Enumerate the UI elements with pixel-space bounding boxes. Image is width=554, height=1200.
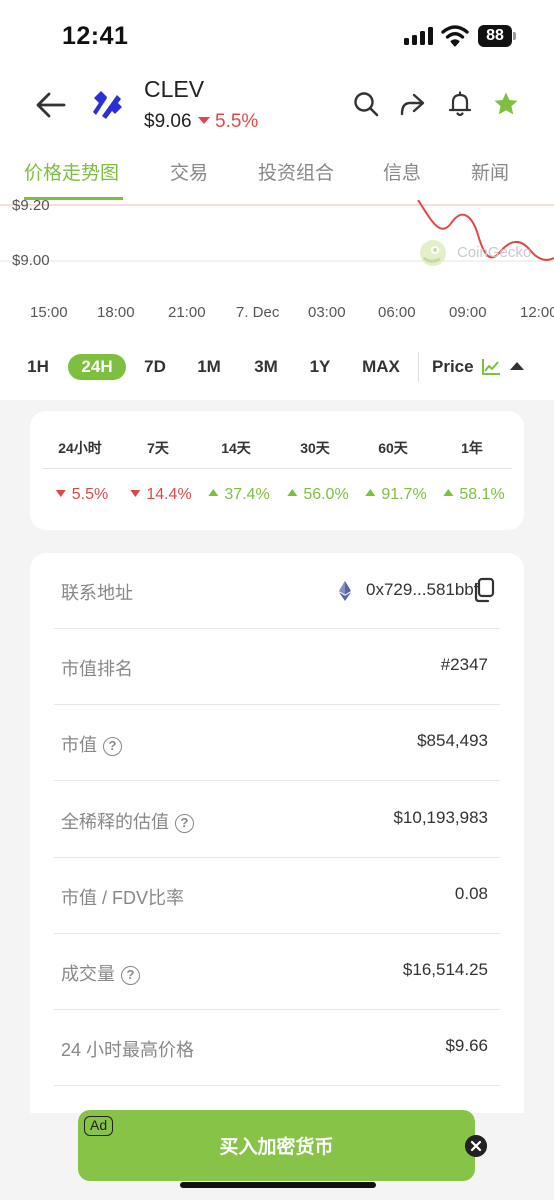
ad-text: 买入加密货币 (219, 1137, 334, 1158)
battery-icon: 88 (478, 25, 512, 47)
close-icon[interactable] (465, 1135, 487, 1157)
perf-value: 37.4% (208, 486, 270, 504)
range-7d-button[interactable]: 7D (140, 354, 170, 380)
stat-row: 市值? $854,493 (54, 705, 500, 781)
stat-label: 市值排名 (61, 659, 133, 679)
back-arrow-icon[interactable] (34, 88, 68, 122)
perf-value: 58.1% (443, 486, 505, 504)
perf-value: 14.4% (130, 486, 192, 504)
share-icon[interactable] (398, 90, 426, 118)
down-arrow-icon (130, 490, 141, 497)
contract-address[interactable]: 0x729...581bbf (366, 580, 478, 600)
status-bar: 12:41 88 (0, 0, 554, 72)
stat-row: 市值排名 #2347 (54, 629, 500, 705)
x-axis-label: 18:00 (97, 304, 135, 321)
range-24h-button[interactable]: 24H (68, 354, 126, 380)
x-axis-label: 03:00 (308, 304, 346, 321)
coin-price: $9.06 (144, 111, 192, 132)
home-indicator (180, 1182, 376, 1188)
tab-price-chart[interactable]: 价格走势图 (24, 158, 119, 185)
bell-icon[interactable] (446, 90, 474, 118)
x-axis-label: 21:00 (168, 304, 206, 321)
stat-value: $9.66 (445, 1036, 488, 1055)
x-axis-label: 15:00 (30, 304, 68, 321)
perf-header: 14天 (221, 440, 251, 456)
stat-row: 市值 / FDV比率 0.08 (54, 858, 500, 934)
stats-card: 联系地址 0x729...581bbf 市值排名 #2347 市值? $854,… (30, 553, 524, 1113)
coin-symbol: CLEV (144, 76, 205, 102)
up-arrow-icon (443, 489, 454, 496)
stat-value: $16,514.25 (402, 960, 488, 979)
price-change-value: 5.5% (215, 111, 259, 132)
tab-trade[interactable]: 交易 (170, 158, 208, 185)
down-triangle-icon (198, 117, 210, 124)
battery-tip (513, 32, 516, 40)
stat-label: 市值 / FDV比率 (61, 888, 185, 908)
stat-value: 0.08 (454, 884, 488, 903)
tab-news[interactable]: 新闻 (471, 158, 509, 185)
tab-portfolio[interactable]: 投资组合 (258, 158, 334, 185)
tab-info[interactable]: 信息 (383, 158, 421, 185)
help-icon[interactable]: ? (103, 737, 122, 756)
perf-value: 91.7% (365, 486, 427, 504)
perf-value: 56.0% (287, 486, 349, 504)
range-max-button[interactable]: MAX (358, 354, 404, 380)
stat-value: $854,493 (417, 731, 488, 750)
coin-logo (93, 91, 122, 119)
perf-header: 30天 (300, 440, 330, 456)
perf-header: 24小时 (58, 440, 102, 456)
help-icon[interactable]: ? (121, 966, 140, 985)
copy-icon[interactable] (471, 577, 495, 603)
wifi-icon (441, 25, 469, 47)
stat-value: $10,193,983 (393, 808, 488, 827)
star-icon[interactable] (492, 90, 520, 118)
line-chart-icon[interactable] (481, 358, 501, 376)
down-arrow-icon (55, 490, 66, 497)
search-icon[interactable] (352, 90, 380, 118)
buy-crypto-ad-button[interactable]: Ad 买入加密货币 (78, 1110, 475, 1181)
status-time: 12:41 (62, 22, 129, 50)
stat-row: 24 小时最高价格 $9.66 (54, 1010, 500, 1086)
perf-header: 60天 (378, 440, 408, 456)
stat-label: 全稀释的估值? (61, 808, 194, 834)
stat-label: 成交量? (61, 960, 140, 986)
cellular-signal-icon (404, 27, 434, 45)
up-arrow-icon (365, 489, 376, 496)
range-3m-button[interactable]: 3M (250, 354, 282, 380)
coingecko-logo-icon (420, 240, 446, 266)
perf-value: 5.5% (55, 486, 108, 504)
price-toggle-button[interactable]: Price (432, 354, 474, 380)
perf-header: 1年 (461, 440, 483, 456)
tab-bar: 价格走势图 交易 投资组合 信息 新闻 (0, 150, 554, 200)
y-axis-label: $9.00 (12, 252, 50, 269)
up-arrow-icon (287, 489, 298, 496)
x-axis-label: 7. Dec (236, 304, 280, 321)
stat-row: 全稀释的估值? $10,193,983 (54, 782, 500, 858)
y-axis-label: $9.20 (12, 197, 50, 214)
range-1h-button[interactable]: 1H (22, 354, 54, 380)
up-arrow-icon (208, 489, 219, 496)
stat-label: 市值? (61, 731, 122, 757)
stat-row-contract: 联系地址 0x729...581bbf (54, 553, 500, 629)
chart-watermark: CoinGecko (457, 244, 532, 261)
perf-header: 7天 (147, 440, 169, 456)
range-divider (418, 352, 419, 382)
range-1y-button[interactable]: 1Y (306, 354, 334, 380)
stat-label: 联系地址 (61, 583, 133, 603)
stat-value: #2347 (440, 655, 488, 674)
performance-card: 24小时 7天 14天 30天 60天 1年 5.5% 14.4% 37.4% … (30, 411, 524, 530)
perf-divider (42, 468, 512, 469)
price-change: 5.5% (198, 111, 258, 133)
x-axis-label: 09:00 (449, 304, 487, 321)
help-icon[interactable]: ? (175, 814, 194, 833)
stat-label: 24 小时最高价格 (61, 1040, 195, 1060)
caret-up-icon[interactable] (510, 362, 524, 370)
range-1m-button[interactable]: 1M (194, 354, 224, 380)
x-axis-label: 12:00 (520, 304, 554, 321)
x-axis-label: 06:00 (378, 304, 416, 321)
ethereum-icon (339, 581, 351, 601)
stat-row: 成交量? $16,514.25 (54, 934, 500, 1010)
